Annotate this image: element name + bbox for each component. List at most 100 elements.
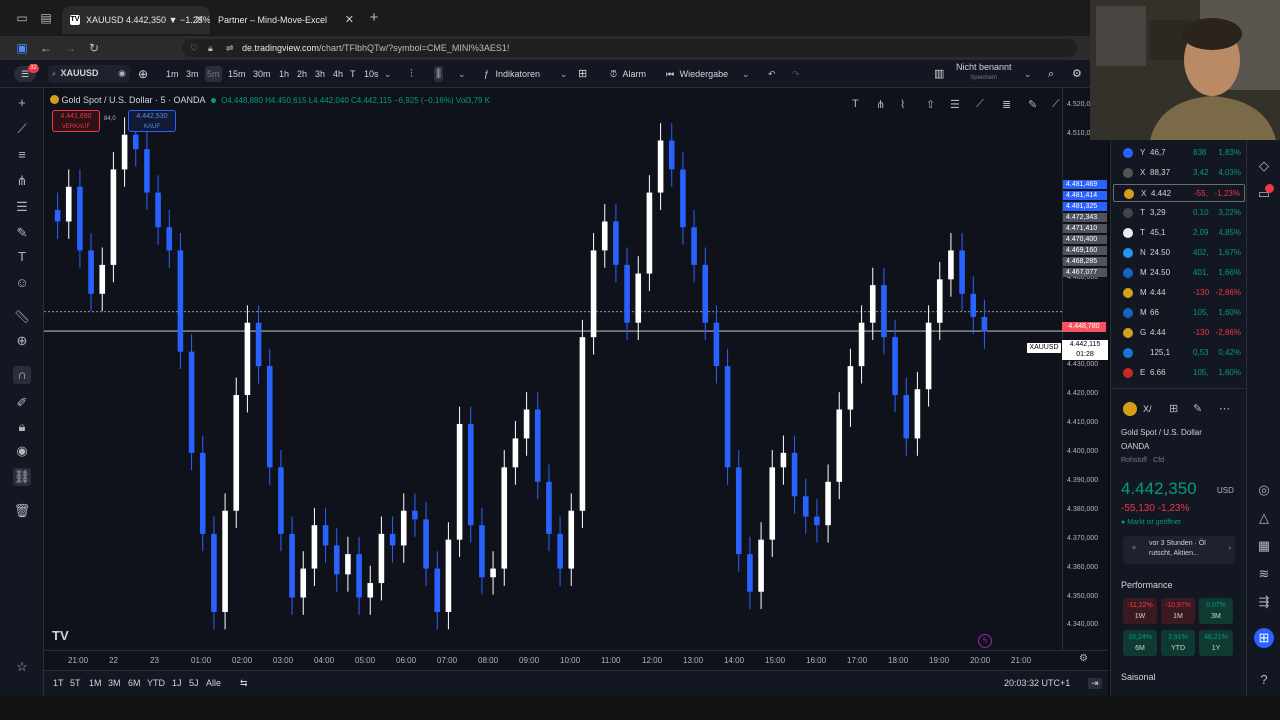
pattern-icon[interactable]: ☺ xyxy=(13,274,31,292)
templates-icon[interactable]: ⊞ xyxy=(578,66,587,82)
stay-drawing-icon[interactable]: ✐ xyxy=(13,394,31,412)
lock-drawings-icon[interactable]: 🔒︎ xyxy=(13,418,31,436)
interval-4h[interactable]: 4h xyxy=(333,66,343,82)
watchlist-row[interactable]: Y 46,7 838 1,83% xyxy=(1113,144,1245,162)
candlestick-plot[interactable] xyxy=(44,88,1062,670)
candle-body[interactable] xyxy=(981,316,988,332)
price-axis[interactable]: 4.520,000 4.510,000 4.460,000 4.430,000 4.42… xyxy=(1062,88,1108,670)
candle-body[interactable] xyxy=(780,452,787,468)
layers-icon[interactable]: ◇ xyxy=(1254,156,1274,176)
candle-body[interactable] xyxy=(99,264,106,294)
new-tab-icon[interactable]: + xyxy=(366,10,382,26)
grid-icon[interactable]: ⊞ xyxy=(1169,402,1178,415)
candle-body[interactable] xyxy=(389,533,396,546)
candle-body[interactable] xyxy=(144,149,150,193)
candle-body[interactable] xyxy=(858,322,865,367)
site-settings-icon[interactable]: ⇌ xyxy=(226,39,234,57)
interval-30m[interactable]: 30m xyxy=(253,66,271,82)
candle-body[interactable] xyxy=(881,285,887,338)
watchlist-row[interactable]: G 4.44 -130 -2,86% xyxy=(1113,324,1245,342)
candle-body[interactable] xyxy=(356,554,362,598)
line-tool-icon[interactable]: ⟋ xyxy=(1052,98,1060,111)
candle-body[interactable] xyxy=(546,481,552,534)
candle-body[interactable] xyxy=(814,516,820,526)
replay-button[interactable]: ⏮︎ Wiedergabe xyxy=(666,66,728,82)
interval-2h[interactable]: 2h xyxy=(297,66,307,82)
candle-body[interactable] xyxy=(691,227,697,265)
pitchfork-icon[interactable]: ⋔ xyxy=(13,172,31,190)
performance-cell[interactable]: 0,07% 3M xyxy=(1199,598,1233,624)
candle-body[interactable] xyxy=(423,519,429,569)
performance-cell[interactable]: -11,22% 1W xyxy=(1123,598,1157,624)
candle-body[interactable] xyxy=(836,409,843,482)
range-5j[interactable]: 5J xyxy=(189,678,199,688)
edit-icon[interactable]: ✎ xyxy=(1193,402,1202,415)
layout-dropdown-icon[interactable]: ⌄ xyxy=(1024,66,1032,82)
ideas-triangle-icon[interactable]: △ xyxy=(1254,508,1274,528)
ruler-tool-icon[interactable]: ⟋ xyxy=(976,98,984,111)
symbol-search[interactable]: ⌕ XAUUSD ◉ xyxy=(48,65,130,83)
performance-cell[interactable]: -10,97% 1M xyxy=(1161,598,1195,624)
candle-body[interactable] xyxy=(557,533,563,569)
calendar-icon[interactable]: ▦ xyxy=(1254,536,1274,556)
candle-body[interactable] xyxy=(345,554,351,575)
interval-10s[interactable]: 10s xyxy=(364,66,379,82)
candle-body[interactable] xyxy=(914,389,921,439)
watchlist-row[interactable]: 125,1 0,53 0,42% xyxy=(1113,344,1245,362)
watchlist-row[interactable]: M 24.50 401, 1,66% xyxy=(1113,264,1245,282)
undo-icon[interactable]: ↶ xyxy=(768,66,776,82)
horizontal-lines-icon[interactable]: ≡ xyxy=(13,146,31,164)
candle-body[interactable] xyxy=(412,510,418,520)
quick-search-icon[interactable]: ⌕ xyxy=(1048,66,1054,82)
candle-body[interactable] xyxy=(266,366,273,468)
zoom-in-icon[interactable]: ⊕ xyxy=(13,332,31,350)
candle-body[interactable] xyxy=(903,395,910,439)
candle-body[interactable] xyxy=(635,273,642,323)
candle-body[interactable] xyxy=(512,438,519,468)
candle-body[interactable] xyxy=(747,554,753,592)
range-ytd[interactable]: YTD xyxy=(147,678,165,688)
target-icon[interactable]: ◎ xyxy=(1254,480,1274,500)
sell-button[interactable]: 4.441,690 VERKAUF xyxy=(52,110,100,132)
details-name[interactable]: Gold Spot / U.S. Dollar xyxy=(1121,428,1202,437)
text-icon[interactable]: T xyxy=(13,248,31,266)
range-5t[interactable]: 5T xyxy=(70,678,81,688)
watchlist-row[interactable]: X 88,37 3,42 4,03% xyxy=(1113,164,1245,182)
watchlist-row[interactable]: N 24.50 402, 1,67% xyxy=(1113,244,1245,262)
reload-icon[interactable]: ↻ xyxy=(86,40,102,56)
link-icon[interactable]: ⛓︎ xyxy=(13,468,31,486)
apps-grid-icon[interactable]: ⊞ xyxy=(1254,628,1274,648)
candle-body[interactable] xyxy=(948,250,954,280)
candle-body[interactable] xyxy=(601,221,608,251)
redo-icon[interactable]: ↷ xyxy=(792,66,800,82)
candle-body[interactable] xyxy=(668,140,675,170)
candle-body[interactable] xyxy=(936,279,943,323)
candle-body[interactable] xyxy=(255,322,262,367)
price-chart[interactable] xyxy=(44,88,1062,670)
candle-body[interactable] xyxy=(523,409,530,439)
more-icon[interactable]: ⋯ xyxy=(1219,402,1230,415)
candle-body[interactable] xyxy=(613,221,619,265)
wave-tool-icon[interactable]: ⌇ xyxy=(900,98,905,111)
magnet-icon[interactable]: ∩ xyxy=(13,366,31,384)
indicators-button[interactable]: ƒ Indikatoren xyxy=(484,66,540,82)
text-tool-icon[interactable]: T xyxy=(852,98,859,110)
stream-icon[interactable]: ≋ xyxy=(1254,564,1274,584)
candle-body[interactable] xyxy=(490,568,496,578)
candle-body[interactable] xyxy=(657,140,664,193)
workspaces-icon[interactable]: ▣ xyxy=(14,40,30,56)
watchlist-row[interactable]: T 45,1 2,09 4,85% xyxy=(1113,224,1245,242)
candle-body[interactable] xyxy=(88,250,94,294)
lock-icon[interactable]: 🔒︎ xyxy=(208,39,213,57)
interval-t[interactable]: T xyxy=(350,66,356,82)
candle-body[interactable] xyxy=(177,250,184,352)
time-axis[interactable]: 21:00 22 23 01:00 02:00 03:00 04:00 05:00 06:00 0… xyxy=(44,650,1108,670)
candle-body[interactable] xyxy=(724,366,731,468)
candle-body[interactable] xyxy=(333,545,340,575)
candle-style-icon[interactable]: ⫼ xyxy=(434,66,444,82)
candle-body[interactable] xyxy=(289,533,295,598)
candle-body[interactable] xyxy=(378,533,385,584)
chart-type-dropdown-icon[interactable]: ⌄ xyxy=(458,66,466,82)
candle-body[interactable] xyxy=(467,423,474,526)
candle-body[interactable] xyxy=(959,250,965,294)
